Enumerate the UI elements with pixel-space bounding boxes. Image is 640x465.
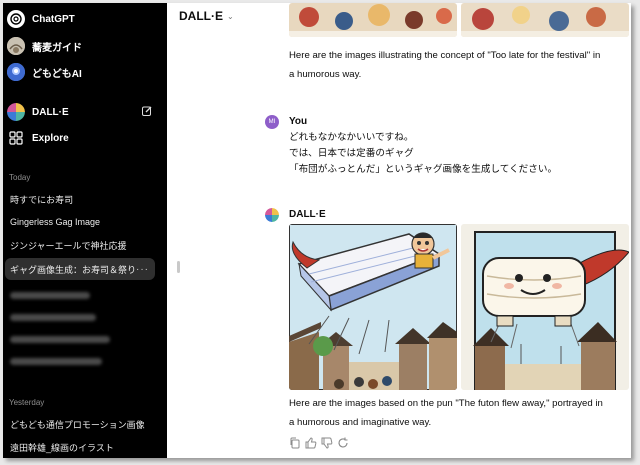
chevron-down-icon: ⌄ (227, 11, 234, 21)
generated-image-1[interactable] (289, 224, 457, 390)
thumbs-up-icon[interactable] (305, 436, 317, 449)
app-window: ChatGPT 蕎麦ガイド どもどもAI DALL·E Explore Toda… (3, 3, 631, 458)
user-message-text: では、日本では定番のギャグ (289, 148, 414, 159)
chat-item-label: 遠田幹雄_線画のイラスト (10, 442, 114, 453)
generated-image-2[interactable] (461, 224, 629, 390)
redacted-chat-item[interactable] (5, 284, 155, 306)
assistant-message-text: a humorous and imaginative way. (289, 417, 432, 428)
user-author-label: You (289, 116, 308, 127)
chat-item-label: ジンジャーエールで神社応援 (10, 240, 127, 251)
section-label-today: Today (9, 173, 31, 182)
redacted-chat-item[interactable] (5, 328, 155, 350)
sidebar-item-label: どもどもAI (32, 68, 82, 80)
sidebar-item-label: DALL·E (32, 106, 69, 118)
sidebar-item-domodomo-ai[interactable]: どもどもAI (7, 59, 159, 85)
edit-icon[interactable] (141, 105, 153, 117)
chat-item[interactable]: 遠田幹雄_線画のイラスト (5, 436, 155, 458)
soba-guide-avatar (7, 37, 25, 55)
chat-item-label: どもども通信プロモーション画像 (10, 419, 145, 430)
model-title: DALL·E (179, 9, 223, 23)
redacted-chat-item[interactable] (5, 350, 155, 372)
domodomo-ai-avatar (7, 63, 25, 81)
sidebar-item-label: 蕎麦ガイド (32, 42, 82, 54)
assistant-message-text: Here are the images based on the pun "Th… (289, 398, 603, 409)
sidebar-item-label: Explore (32, 132, 69, 144)
chat-item-active[interactable]: ギャグ画像生成：お寿司＆祭り ··· (5, 258, 155, 280)
previous-generated-image-1[interactable] (289, 3, 457, 37)
chat-item[interactable]: ジンジャーエールで神社応援 (5, 234, 155, 256)
regenerate-icon[interactable] (337, 436, 349, 448)
assistant-message-text: Here are the images illustrating the con… (289, 50, 601, 61)
chat-item-label: ギャグ画像生成：お寿司＆祭り (10, 264, 137, 275)
copy-icon[interactable] (289, 436, 301, 449)
sidebar: ChatGPT 蕎麦ガイド どもどもAI DALL·E Explore Toda… (3, 3, 167, 458)
previous-generated-image-2[interactable] (461, 3, 629, 37)
redacted-text (10, 291, 90, 299)
thumbs-down-icon[interactable] (321, 436, 333, 449)
assistant-message-text: a humorous way. (289, 69, 362, 80)
sidebar-item-label: ChatGPT (32, 13, 75, 25)
chat-item-label: Gingerless Gag Image (10, 217, 101, 227)
grid-icon (7, 129, 25, 147)
more-options-icon[interactable]: ··· (136, 264, 149, 275)
sidebar-item-chatgpt[interactable]: ChatGPT (7, 6, 159, 32)
sidebar-item-explore[interactable]: Explore (7, 125, 159, 151)
chat-item[interactable]: どもども通信プロモーション画像 (5, 413, 155, 435)
redacted-chat-item[interactable] (5, 306, 155, 328)
user-message-text: 「布団がふっとんだ」というギャグ画像を生成してください。 (289, 164, 558, 175)
message-actions (289, 436, 349, 449)
chat-item[interactable]: Gingerless Gag Image (5, 211, 155, 233)
sidebar-resize-handle[interactable] (177, 261, 180, 273)
user-avatar: MI (265, 115, 279, 129)
chat-item[interactable]: 時すでにお寿司 (5, 188, 155, 210)
model-selector[interactable]: DALL·E ⌄ (179, 9, 234, 23)
chatgpt-logo-icon (7, 10, 25, 28)
dalle-avatar-icon (265, 208, 279, 222)
chat-item-label: 時すでにお寿司 (10, 194, 74, 205)
sidebar-item-soba-guide[interactable]: 蕎麦ガイド (7, 33, 159, 59)
dalle-logo-icon (7, 103, 25, 121)
redacted-text (10, 357, 102, 365)
redacted-text (10, 335, 110, 343)
assistant-author-label: DALL·E (289, 209, 326, 220)
redacted-text (10, 313, 96, 321)
user-message-text: どれもなかなかいいですね。 (289, 132, 414, 143)
sidebar-item-dalle[interactable]: DALL·E (7, 99, 159, 125)
section-label-yesterday: Yesterday (9, 398, 45, 407)
